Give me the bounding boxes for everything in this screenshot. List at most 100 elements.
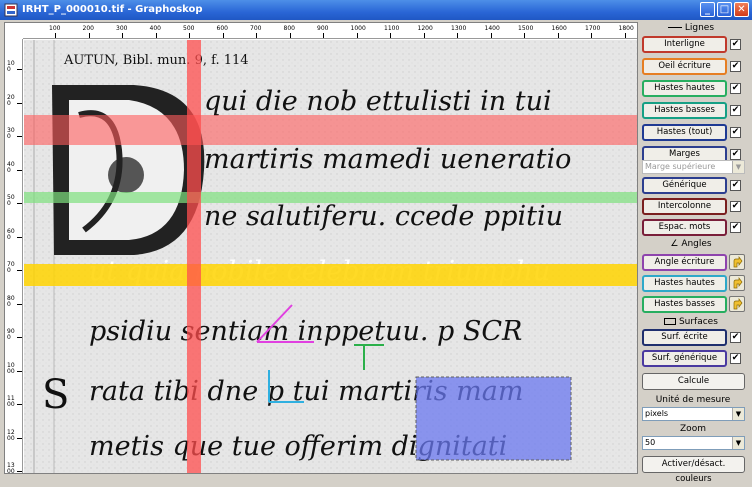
h-ruler-tick <box>189 33 190 38</box>
h-ruler-tick <box>557 33 559 38</box>
v-ruler-tick <box>17 203 22 204</box>
chevron-down-icon: ▼ <box>732 161 744 173</box>
manuscript-text-line: qui die nob ettulisti in tui <box>204 86 552 117</box>
h-ruler-tick <box>524 33 525 38</box>
h-ruler-tick <box>356 33 358 38</box>
h-ruler-tick-label: 600 <box>216 25 228 32</box>
v-ruler-tick <box>17 102 22 104</box>
angle-icon: ∠ <box>670 239 679 249</box>
h-ruler-tick <box>591 33 592 38</box>
surfaces-checkbox-1[interactable]: ✔ <box>730 353 741 364</box>
angles-button-0[interactable]: Angle écriture <box>642 254 727 271</box>
v-ruler-tick <box>17 270 22 271</box>
minimize-button[interactable]: _ <box>700 2 715 17</box>
unit-select[interactable]: pixels ▼ <box>642 407 745 421</box>
h-ruler-tick <box>222 33 224 38</box>
manuscript-svg: AUTUN, Bibl. mun. 9, f. 114 qui die nob … <box>24 40 637 473</box>
shelfmark-caption: AUTUN, Bibl. mun. 9, f. 114 <box>63 53 249 68</box>
hand-icon[interactable] <box>729 296 745 312</box>
other-checkbox-0[interactable]: ✔ <box>730 180 741 191</box>
h-ruler-tick <box>423 33 425 38</box>
v-ruler-tick-label: 1300 <box>7 462 15 474</box>
surfaces-button-1[interactable]: Surf. générique <box>642 350 727 367</box>
angles-button-2[interactable]: Hastes basses <box>642 296 727 313</box>
lignes-button-3[interactable]: Hastes basses <box>642 102 727 119</box>
h-ruler-tick <box>323 33 324 38</box>
chevron-down-icon: ▼ <box>732 408 744 420</box>
zoom-select[interactable]: 50 ▼ <box>642 436 745 450</box>
v-ruler-tick-label: 700 <box>7 261 15 274</box>
v-ruler-tick <box>17 136 22 137</box>
hand-icon[interactable] <box>729 275 745 291</box>
surfaces-button-0[interactable]: Surf. écrite <box>642 329 727 346</box>
h-ruler-tick <box>457 33 458 38</box>
hand-icon[interactable] <box>729 254 745 270</box>
h-ruler-tick-label: 800 <box>283 25 295 32</box>
h-ruler-tick <box>155 33 157 38</box>
other-button-0[interactable]: Générique <box>642 177 727 194</box>
other-button-1[interactable]: Intercolonne <box>642 198 727 215</box>
v-ruler-tick <box>17 303 22 305</box>
lignes-button-0[interactable]: Interligne <box>642 36 727 53</box>
angles-header: ∠ Angles <box>670 239 712 249</box>
zoom-label: Zoom <box>680 424 706 434</box>
lignes-button-4[interactable]: Hastes (tout) <box>642 124 727 141</box>
h-ruler-tick <box>122 33 123 38</box>
lignes-checkbox-0[interactable]: ✔ <box>730 39 741 50</box>
v-ruler-tick-label: 400 <box>7 160 15 174</box>
marge-select[interactable]: Marge supérieure ▼ <box>642 160 745 174</box>
oeil-ecriture-band <box>24 264 637 286</box>
lignes-checkbox-3[interactable]: ✔ <box>730 105 741 116</box>
surfaces-checkbox-0[interactable]: ✔ <box>730 332 741 343</box>
h-ruler-tick-label: 300 <box>116 25 128 32</box>
h-ruler-tick-label: 1800 <box>618 25 634 32</box>
v-ruler-tick <box>17 370 22 372</box>
h-ruler-tick <box>55 33 56 38</box>
lignes-button-2[interactable]: Hastes hautes <box>642 80 727 97</box>
other-checkbox-2[interactable]: ✔ <box>730 222 741 233</box>
chevron-down-icon: ▼ <box>732 437 744 449</box>
v-ruler-tick-label: 900 <box>7 328 15 341</box>
title-bar: IRHT_P_000010.tif - Graphoskop _ □ ✕ <box>0 0 752 20</box>
document-canvas[interactable]: 100 200 300 400 500 600 700 800 900 1000 1100 1200 1… <box>4 22 638 474</box>
lignes-button-1[interactable]: Oeil écriture <box>642 58 727 75</box>
v-ruler-tick <box>17 404 22 405</box>
v-ruler-tick-label: 600 <box>7 227 15 241</box>
h-ruler-tick-label: 1500 <box>518 25 534 32</box>
h-ruler-tick-label: 1200 <box>417 25 433 32</box>
lignes-header: Lignes <box>641 23 741 33</box>
toggle-colors-button[interactable]: Activer/désact. couleurs <box>642 456 745 484</box>
lignes-checkbox-4[interactable]: ✔ <box>730 127 741 138</box>
manuscript-text-line: ne salutiferu. ccede ppitiu <box>204 201 563 232</box>
v-ruler-tick-label: 1200 <box>7 428 15 442</box>
h-ruler-tick <box>624 33 626 38</box>
h-ruler-tick-label: 1300 <box>451 25 467 32</box>
surface-ecrite-selection[interactable] <box>415 376 572 461</box>
maximize-button[interactable]: □ <box>717 2 732 17</box>
h-ruler-tick-label: 900 <box>317 25 329 32</box>
interligne-band <box>24 115 637 145</box>
h-ruler-tick-label: 1000 <box>350 25 366 32</box>
lignes-checkbox-2[interactable]: ✔ <box>730 83 741 94</box>
line-icon <box>667 27 682 28</box>
calcule-button[interactable]: Calcule <box>642 373 745 390</box>
v-ruler-tick-label: 1100 <box>7 395 15 408</box>
rectangle-icon <box>664 318 677 325</box>
initial-letter-s: S <box>42 372 69 418</box>
v-ruler-tick <box>17 236 22 238</box>
other-checkbox-1[interactable]: ✔ <box>730 201 741 212</box>
v-ruler-tick-label: 300 <box>7 127 15 140</box>
v-ruler-tick <box>17 169 22 171</box>
h-ruler-tick-label: 1400 <box>484 25 500 32</box>
angles-button-1[interactable]: Hastes hautes <box>642 275 727 292</box>
h-ruler-tick-label: 400 <box>149 25 161 32</box>
lignes-checkbox-5[interactable]: ✔ <box>730 149 741 160</box>
h-ruler-tick-label: 200 <box>82 25 94 32</box>
manuscript-image[interactable]: AUTUN, Bibl. mun. 9, f. 114 qui die nob … <box>24 40 637 473</box>
initial-letter-d <box>52 85 205 255</box>
other-button-2[interactable]: Espac. mots <box>642 219 727 236</box>
close-button[interactable]: ✕ <box>734 2 749 17</box>
v-ruler-tick-label: 200 <box>7 93 15 107</box>
lignes-checkbox-1[interactable]: ✔ <box>730 61 741 72</box>
h-ruler-tick <box>88 33 90 38</box>
